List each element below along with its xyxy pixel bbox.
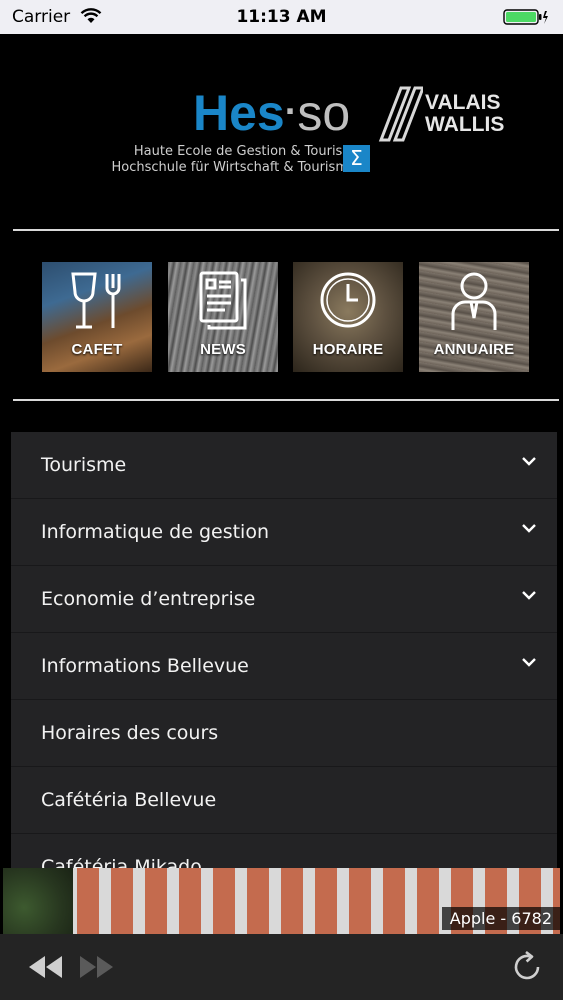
photo-tree xyxy=(3,868,73,934)
newspaper-icon xyxy=(168,270,278,332)
tile-annuaire[interactable]: ANNUAIRE xyxy=(419,262,529,372)
menu-item-tourisme[interactable]: Tourisme xyxy=(11,432,557,499)
rewind-icon[interactable] xyxy=(26,952,66,986)
menu-item-label: Tourisme xyxy=(41,454,127,476)
logo-so: so xyxy=(297,85,351,141)
menu-item-economie[interactable]: Economie d’entreprise xyxy=(11,566,557,633)
chevron-down-icon xyxy=(522,591,536,600)
section-menu: Tourisme Informatique de gestion Economi… xyxy=(11,432,557,901)
tile-cafet-label: CAFET xyxy=(71,341,123,358)
fast-forward-icon[interactable] xyxy=(76,952,116,986)
logo-subtitle-fr: Haute Ecole de Gestion & Tourisme xyxy=(133,144,363,159)
bottom-toolbar xyxy=(0,934,563,1000)
logo-subtitle: Haute Ecole de Gestion & Tourisme Hochsc… xyxy=(63,144,363,176)
menu-item-cafeteria-bellevue[interactable]: Cafétéria Bellevue xyxy=(11,767,557,834)
logo-slashes-icon xyxy=(378,86,423,142)
menu-item-label: Cafétéria Bellevue xyxy=(41,789,217,811)
menu-item-horaires[interactable]: Horaires des cours xyxy=(11,700,557,767)
hes-so-logo: Hes·so VALAIS WALLIS Haute Ecole de Gest… xyxy=(63,84,513,214)
chevron-down-icon xyxy=(522,457,536,466)
sigma-icon: Σ xyxy=(343,145,370,172)
menu-item-label: Economie d’entreprise xyxy=(41,588,256,610)
chevron-down-icon xyxy=(522,658,536,667)
divider-bottom xyxy=(13,399,559,401)
logo-region-valais: VALAIS xyxy=(425,91,501,114)
menu-item-label: Horaires des cours xyxy=(41,722,219,744)
menu-item-label: Informatique de gestion xyxy=(41,521,269,543)
tile-horaire-label: HORAIRE xyxy=(312,341,384,358)
logo-wordmark: Hes·so xyxy=(193,84,350,141)
photo-credit: Apple - 6782 xyxy=(441,907,560,930)
logo-hes: Hes xyxy=(193,85,285,141)
background-photo: Apple - 6782 xyxy=(3,868,560,934)
logo-region-wallis: WALLIS xyxy=(425,113,505,136)
glass-fork-icon xyxy=(42,270,152,332)
tile-annuaire-label: ANNUAIRE xyxy=(433,341,515,358)
logo-region: VALAIS WALLIS xyxy=(425,92,504,136)
battery-icon xyxy=(503,9,549,30)
menu-item-informatique[interactable]: Informatique de gestion xyxy=(11,499,557,566)
chevron-down-icon xyxy=(522,524,536,533)
logo-subtitle-de: Hochschule für Wirtschaft & Tourismus xyxy=(111,160,363,175)
menu-item-label: Informations Bellevue xyxy=(41,655,249,677)
status-bar: Carrier 11:13 AM xyxy=(0,0,563,34)
reload-icon[interactable] xyxy=(510,950,544,988)
app-page: Hes·so VALAIS WALLIS Haute Ecole de Gest… xyxy=(3,34,560,934)
divider-top xyxy=(13,229,559,231)
tile-news-label: NEWS xyxy=(200,341,246,358)
logo-dot: · xyxy=(284,91,298,133)
clock-icon xyxy=(293,270,403,330)
clock-time: 11:13 AM xyxy=(236,7,327,27)
tile-cafet[interactable]: CAFET xyxy=(42,262,152,372)
tile-news[interactable]: NEWS xyxy=(168,262,278,372)
person-icon xyxy=(419,270,529,332)
menu-item-bellevue-info[interactable]: Informations Bellevue xyxy=(11,633,557,700)
tile-horaire[interactable]: HORAIRE xyxy=(293,262,403,372)
